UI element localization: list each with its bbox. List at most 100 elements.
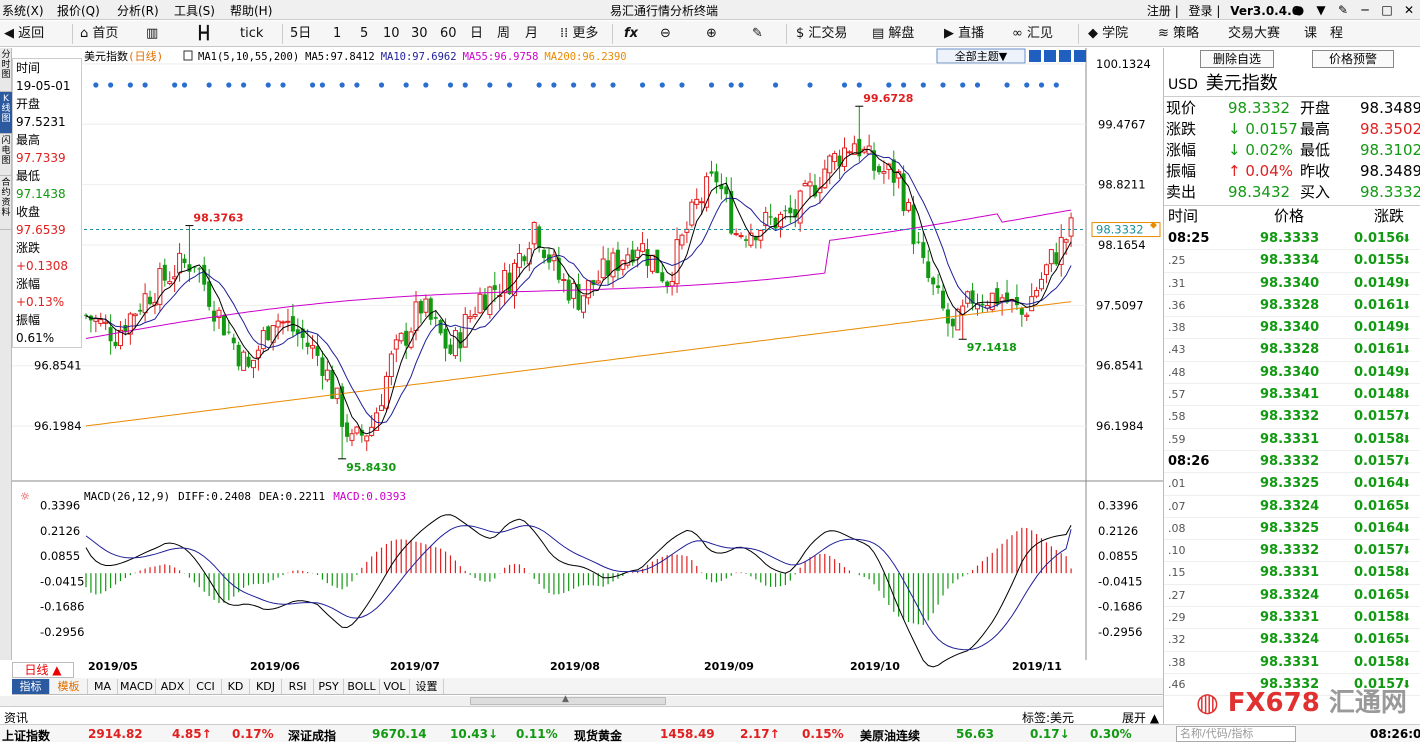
price-alert-button[interactable]: 价格预警 <box>1312 50 1394 68</box>
event-dot[interactable] <box>403 82 409 88</box>
indicator-tab[interactable]: KDJ <box>250 679 282 694</box>
indicator-tab[interactable]: 模板 <box>50 679 88 694</box>
period-5day[interactable]: 5日 <box>290 25 311 43</box>
kline-chart-area[interactable]: 美元指数(日线) MA1(5,10,55,200) MA5:97.8412 MA10:… <box>12 48 1163 678</box>
strategy-button[interactable]: ≋ 策略 <box>1158 25 1199 43</box>
event-dot[interactable] <box>571 82 577 88</box>
event-dot[interactable] <box>1024 82 1030 88</box>
event-dot[interactable] <box>536 82 542 88</box>
event-dot[interactable] <box>1053 82 1059 88</box>
menu-analysis[interactable]: 分析(R) <box>117 2 159 19</box>
zoom-in-button[interactable]: ⊕ <box>706 25 717 43</box>
zoom-out-button[interactable]: ⊖ <box>660 25 671 43</box>
event-dot[interactable] <box>974 82 981 88</box>
chart-tool-icon[interactable] <box>1074 50 1086 62</box>
kline-chart-svg[interactable]: 美元指数(日线) MA1(5,10,55,200) MA5:97.8412 MA10:… <box>12 48 1163 678</box>
event-dot[interactable] <box>280 82 286 88</box>
ticker-name[interactable]: 现货黄金 <box>574 727 622 744</box>
menu-tools[interactable]: 工具(S) <box>174 2 215 19</box>
view-contract[interactable]: 合约资料 <box>0 176 12 230</box>
event-dot[interactable] <box>551 82 557 88</box>
info-icon[interactable]: ● <box>1288 0 1310 20</box>
event-dot[interactable] <box>142 82 148 88</box>
collapse-up-icon[interactable]: ▲ <box>562 694 569 704</box>
event-dot[interactable] <box>856 82 862 88</box>
indicator-tab[interactable]: BOLL <box>344 679 380 694</box>
event-dot[interactable] <box>487 82 493 88</box>
event-dot[interactable] <box>610 82 616 88</box>
menu-quote[interactable]: 报价(Q) <box>57 2 100 19</box>
event-dot[interactable] <box>886 82 892 88</box>
event-dot[interactable] <box>127 82 133 88</box>
event-dot[interactable] <box>309 82 316 88</box>
event-dot[interactable] <box>319 82 326 88</box>
event-dot[interactable] <box>738 82 744 88</box>
ticker-name[interactable]: 上证指数 <box>2 727 50 744</box>
login-link[interactable]: 登录 <box>1189 4 1213 18</box>
indicator-tab[interactable]: RSI <box>282 679 314 694</box>
menu-system[interactable]: 系统(X) <box>2 2 44 19</box>
maximize-icon[interactable]: □ <box>1376 0 1398 20</box>
close-icon[interactable]: ✕ <box>1398 0 1420 20</box>
event-dot[interactable] <box>265 82 271 88</box>
indicator-tab[interactable]: PSY <box>314 679 344 694</box>
back-button[interactable]: ◀ 返回 <box>4 25 44 43</box>
view-flash[interactable]: 闪电图 <box>0 134 12 176</box>
indicator-tab[interactable]: KD <box>222 679 250 694</box>
contest-button[interactable]: 交易大赛 <box>1228 25 1280 43</box>
event-dot[interactable] <box>226 82 232 88</box>
macd-settings-icon[interactable]: ☼ <box>20 490 30 503</box>
indicator-tab[interactable]: 设置 <box>410 679 444 694</box>
remove-watchlist-button[interactable]: 删除自选 <box>1200 50 1274 68</box>
tick-button[interactable]: tick <box>240 25 263 43</box>
event-dot[interactable] <box>807 82 813 88</box>
chart-tool-icon[interactable] <box>1044 50 1056 62</box>
chart-tool-icon[interactable] <box>1059 50 1071 62</box>
draw-button[interactable]: ✎ <box>752 25 763 43</box>
event-dot[interactable] <box>940 82 946 88</box>
event-dot[interactable] <box>339 82 345 88</box>
event-dot[interactable] <box>728 82 734 88</box>
event-dot[interactable] <box>960 82 966 88</box>
period-30min[interactable]: 30 <box>411 25 428 43</box>
indicator-tab[interactable]: ADX <box>156 679 190 694</box>
event-dot[interactable] <box>772 82 779 88</box>
school-button[interactable]: ◆ 学院 <box>1088 25 1128 43</box>
view-timeshare[interactable]: 分时图 <box>0 48 12 92</box>
event-dot[interactable] <box>378 82 385 88</box>
event-dot[interactable] <box>241 82 247 88</box>
period-1min[interactable]: 1 <box>333 25 341 43</box>
home-button[interactable]: ⌂ 首页 <box>80 25 118 43</box>
candle-icon-button[interactable]: ┣┫ <box>196 25 212 43</box>
period-5min[interactable]: 5 <box>360 25 368 43</box>
formula-button[interactable]: fx <box>624 25 638 43</box>
huijian-button[interactable]: ∞ 汇见 <box>1012 25 1053 43</box>
live-button[interactable]: ▶ 直播 <box>944 25 984 43</box>
event-dot[interactable] <box>1038 82 1045 88</box>
event-dot[interactable] <box>841 82 848 88</box>
ticker-name[interactable]: 深证成指 <box>288 727 336 744</box>
indicator-tab[interactable]: CCI <box>190 679 222 694</box>
event-dot[interactable] <box>920 82 926 88</box>
period-selector[interactable]: 日线 ▲ <box>12 662 74 678</box>
period-day[interactable]: 日 <box>470 25 483 43</box>
event-dot[interactable] <box>506 82 513 88</box>
event-dot[interactable] <box>462 82 468 88</box>
period-10min[interactable]: 10 <box>383 25 400 43</box>
event-dot[interactable] <box>901 82 907 88</box>
pin-icon[interactable]: ✎ <box>1332 0 1354 20</box>
candlestick-button[interactable]: ▥ <box>146 25 158 43</box>
chart-tool-icon[interactable] <box>1029 50 1041 62</box>
event-dot[interactable] <box>447 82 454 88</box>
trade-button[interactable]: $ 汇交易 <box>796 25 847 43</box>
view-kline[interactable]: K线图 <box>0 92 12 134</box>
theme-button[interactable]: 全部主题▼ <box>936 48 1026 64</box>
event-dot[interactable] <box>423 82 429 88</box>
event-dot[interactable] <box>679 82 685 88</box>
search-input[interactable]: 名称/代码/指标 <box>1176 726 1296 742</box>
event-dot[interactable] <box>181 82 188 88</box>
event-dot[interactable] <box>590 82 596 88</box>
event-dot[interactable] <box>93 82 99 88</box>
event-dot[interactable] <box>172 82 178 88</box>
menu-help[interactable]: 帮助(H) <box>230 2 272 19</box>
